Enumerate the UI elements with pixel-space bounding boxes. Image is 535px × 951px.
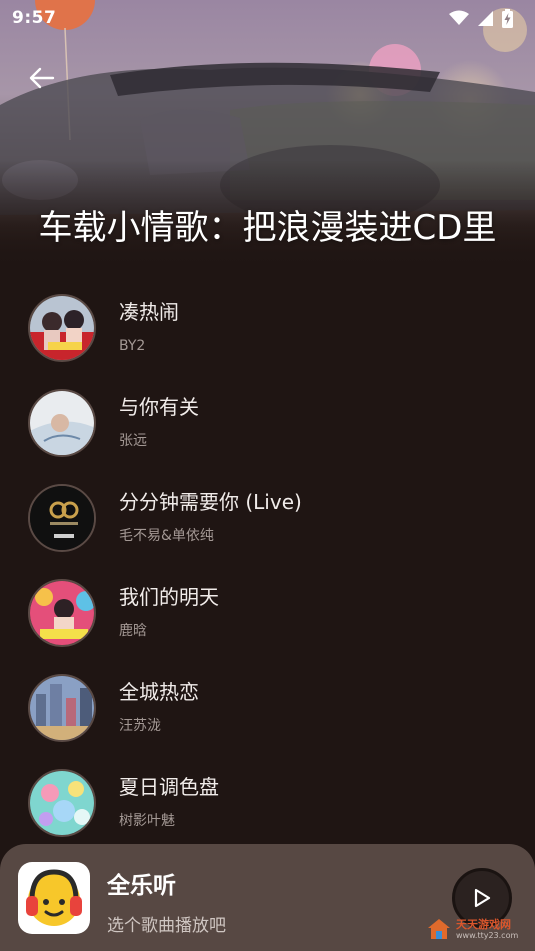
album-cover — [28, 673, 96, 742]
play-icon — [474, 888, 491, 908]
song-item[interactable]: 分分钟需要你 (Live) 毛不易&单依纯 — [0, 470, 535, 565]
song-artist: 树影叶魅 — [119, 813, 175, 829]
album-cover — [28, 483, 96, 552]
back-button[interactable] — [22, 58, 62, 98]
album-cover — [28, 768, 96, 837]
playlist-header-image: 9:57 车载小情歌：把浪漫装进CD里 — [0, 0, 535, 270]
watermark-url: www.tty23.com — [456, 930, 519, 940]
arrow-left-icon — [29, 67, 55, 89]
watermark: 天天游戏网 www.tty23.com — [427, 912, 535, 946]
album-cover — [28, 293, 96, 362]
player-hint: 选个歌曲播放吧 — [107, 916, 226, 936]
song-artist: 毛不易&单依纯 — [119, 528, 214, 544]
song-list: 凑热闹 BY2 与你有关 张远 分分钟需要你 (Live) 毛不易&单依纯 我们… — [0, 280, 535, 850]
app-logo — [18, 862, 90, 934]
song-item[interactable]: 夏日调色盘 树影叶魅 — [0, 755, 535, 850]
song-title: 与你有关 — [119, 395, 199, 419]
playlist-title: 车载小情歌：把浪漫装进CD里 — [38, 208, 497, 248]
song-text: 凑热闹 BY2 — [119, 299, 179, 355]
cellular-signal-icon — [478, 10, 493, 26]
watermark-name: 天天游戏网 — [456, 917, 511, 931]
song-title: 分分钟需要你 (Live) — [119, 490, 302, 514]
song-item[interactable]: 我们的明天 鹿晗 — [0, 565, 535, 660]
song-text: 全城热恋 汪苏泷 — [119, 679, 199, 735]
song-text: 我们的明天 鹿晗 — [119, 584, 219, 640]
song-artist: 汪苏泷 — [119, 718, 161, 734]
player-app-name: 全乐听 — [107, 873, 176, 899]
house-logo-icon — [428, 919, 450, 939]
song-title: 我们的明天 — [119, 585, 219, 609]
album-cover — [28, 388, 96, 457]
song-item[interactable]: 与你有关 张远 — [0, 375, 535, 470]
playlist-screen: 9:57 车载小情歌：把浪漫装进CD里 凑热闹 BY2 与你有关 张远 分分钟需… — [0, 0, 535, 951]
wifi-icon — [449, 10, 469, 25]
song-artist: 鹿晗 — [119, 623, 147, 639]
song-title: 凑热闹 — [119, 300, 179, 324]
song-item[interactable]: 全城热恋 汪苏泷 — [0, 660, 535, 755]
song-text: 分分钟需要你 (Live) 毛不易&单依纯 — [119, 489, 302, 545]
status-bar: 9:57 — [0, 0, 535, 36]
battery-charging-icon — [502, 8, 513, 28]
song-title: 夏日调色盘 — [119, 775, 219, 799]
song-text: 夏日调色盘 树影叶魅 — [119, 774, 219, 830]
song-artist: BY2 — [119, 338, 146, 354]
status-time: 9:57 — [12, 8, 57, 28]
song-text: 与你有关 张远 — [119, 394, 199, 450]
song-title: 全城热恋 — [119, 680, 199, 704]
album-cover — [28, 578, 96, 647]
status-icons — [449, 8, 513, 28]
song-artist: 张远 — [119, 433, 147, 449]
song-item[interactable]: 凑热闹 BY2 — [0, 280, 535, 375]
